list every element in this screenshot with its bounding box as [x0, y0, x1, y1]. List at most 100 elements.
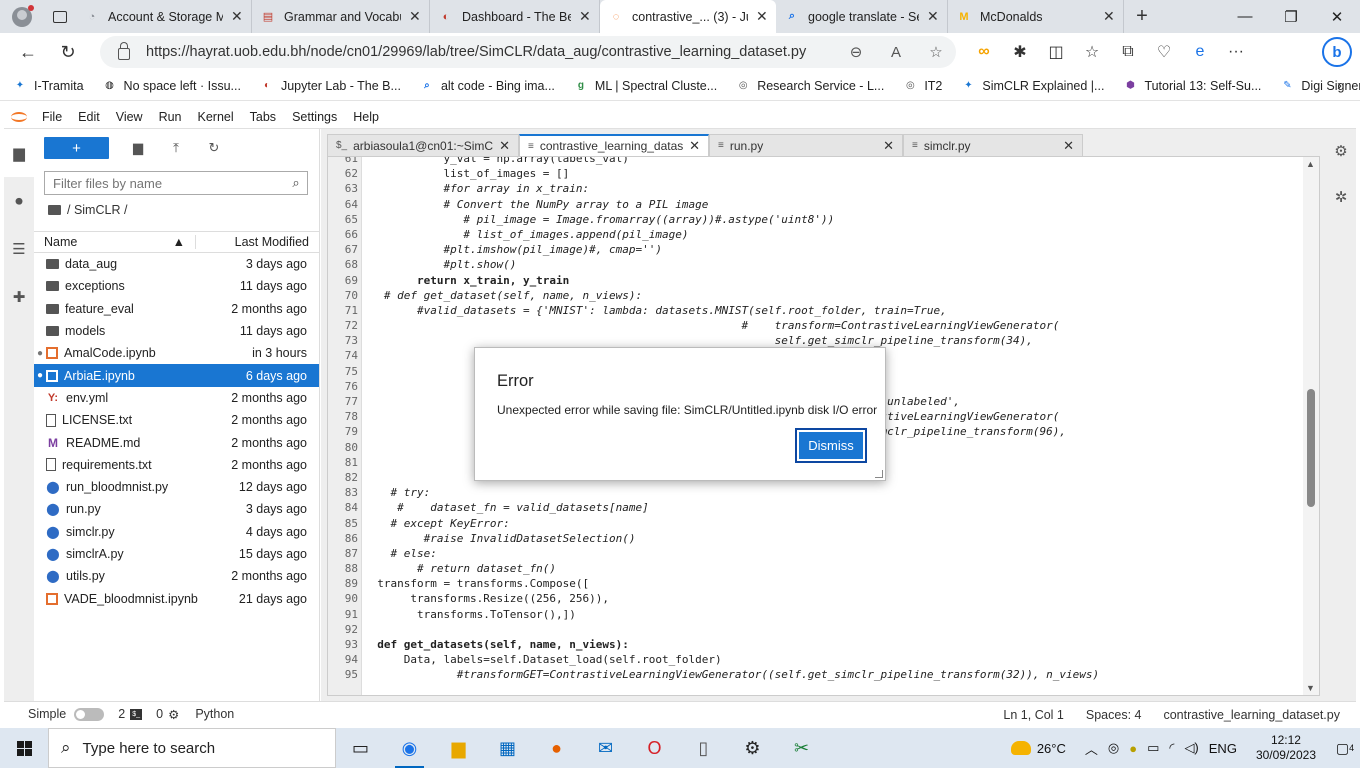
breadcrumb-path[interactable]: / SimCLR /	[67, 203, 127, 217]
cursor-position[interactable]: Ln 1, Col 1	[1003, 708, 1063, 722]
menu-kernel[interactable]: Kernel	[190, 110, 242, 124]
code-line[interactable]: 94 Data, labels=self.Dataset_load(self.r…	[328, 652, 1304, 667]
profile-avatar[interactable]	[0, 0, 44, 33]
code-line[interactable]: 89 transform = transforms.Compose([	[328, 576, 1304, 591]
file-row[interactable]: ⬤ simclr.py 4 days ago	[34, 521, 319, 543]
code-line[interactable]: 68 #plt.show()	[328, 257, 1304, 272]
new-folder-icon[interactable]: ▆	[119, 140, 157, 156]
microsoft-store-icon[interactable]: ▦	[483, 728, 532, 768]
close-tab-icon[interactable]: ✕	[409, 8, 421, 25]
file-row[interactable]: VADE_bloodmnist.ipynb 21 days ago	[34, 587, 319, 609]
file-row[interactable]: Y: env.yml 2 months ago	[34, 387, 319, 409]
code-line[interactable]: 93 def get_datasets(self, name, n_views)…	[328, 637, 1304, 652]
bookmark-item[interactable]: ◍ No space left · Issu...	[102, 78, 241, 94]
scroll-down-icon[interactable]: ▼	[1306, 683, 1315, 693]
close-window-button[interactable]: ✕	[1314, 0, 1360, 33]
mail-icon[interactable]: ✉	[581, 728, 630, 768]
bookmark-item[interactable]: ◐ Jupyter Lab - The B...	[259, 78, 401, 94]
document-tab[interactable]: ≡ run.py ✕	[709, 134, 903, 156]
minimize-button[interactable]: —	[1222, 0, 1268, 33]
favorites-icon[interactable]: ☆	[1074, 42, 1110, 62]
document-tab[interactable]: ≡ contrastive_learning_dataset. ✕	[519, 134, 709, 156]
zoom-icon[interactable]: ⊖	[836, 43, 876, 61]
menu-tabs[interactable]: Tabs	[242, 110, 284, 124]
show-hidden-icons[interactable]: ︿	[1085, 739, 1098, 758]
bookmark-item[interactable]: ✎ Digi Signer	[1279, 78, 1360, 94]
split-screen-icon[interactable]: ◫	[1038, 42, 1074, 62]
input-language[interactable]: ENG	[1209, 741, 1237, 756]
kernel-count[interactable]: 0 ⚙	[156, 707, 179, 722]
bookmark-item[interactable]: ◎ IT2	[902, 78, 942, 94]
meet-now-icon[interactable]: ◎	[1108, 740, 1119, 756]
file-row[interactable]: ● ArbiaE.ipynb 6 days ago	[34, 364, 319, 387]
file-row[interactable]: models 11 days ago	[34, 320, 319, 342]
upload-icon[interactable]: ⤒	[157, 140, 195, 156]
back-button[interactable]: ←	[8, 33, 48, 71]
dismiss-button[interactable]: Dismiss	[795, 428, 867, 463]
file-row[interactable]: ● AmalCode.ipynb in 3 hours	[34, 342, 319, 364]
close-tab-icon[interactable]: ✕	[756, 8, 768, 25]
indent-spaces[interactable]: Spaces: 4	[1086, 708, 1142, 722]
close-document-icon[interactable]: ✕	[499, 138, 510, 154]
running-sessions-icon[interactable]: ⏺	[4, 177, 34, 225]
file-row[interactable]: M README.md 2 months ago	[34, 431, 319, 453]
terminal-count[interactable]: 2 $_	[118, 707, 143, 721]
code-line[interactable]: 87 # else:	[328, 546, 1304, 561]
bookmark-item[interactable]: ◎ Research Service - L...	[735, 78, 885, 94]
code-line[interactable]: 65 # pil_image = Image.fromarray((array)…	[328, 212, 1304, 227]
file-row[interactable]: data_aug 3 days ago	[34, 253, 319, 275]
code-line[interactable]: 90 transforms.Resize((256, 256)),	[328, 591, 1304, 606]
browser-tab[interactable]: ◐ Dashboard - The Ben ✕	[430, 0, 600, 33]
simple-mode-toggle[interactable]	[74, 707, 105, 721]
code-line[interactable]: 67 #plt.imshow(pil_image)#, cmap='')	[328, 242, 1304, 257]
file-explorer-icon[interactable]: ▆	[434, 728, 483, 768]
extension-co-icon[interactable]: ∞	[966, 43, 1002, 61]
browser-tab[interactable]: M McDonalds ✕	[948, 0, 1124, 33]
editor-scrollbar[interactable]: ▲ ▼	[1303, 157, 1319, 695]
code-line[interactable]: 66 # list_of_images.append(pil_image)	[328, 227, 1304, 242]
code-line[interactable]: 64 # Convert the NumPy array to a PIL im…	[328, 197, 1304, 212]
new-tab-button[interactable]: +	[1124, 5, 1160, 28]
file-row[interactable]: exceptions 11 days ago	[34, 275, 319, 297]
bookmark-item[interactable]: ɡ ML | Spectral Cluste...	[573, 78, 717, 94]
new-launcher-button[interactable]: +	[44, 137, 109, 159]
firefox-icon[interactable]: ●	[532, 728, 581, 768]
browser-tab[interactable]: ▤ Grammar and Vocabu ✕	[252, 0, 430, 33]
file-row[interactable]: ⬤ run.py 3 days ago	[34, 498, 319, 520]
edge-bar-icon[interactable]: e	[1182, 43, 1218, 61]
browser-tab[interactable]: ◔ Account & Storage M ✕	[76, 0, 252, 33]
wifi-icon[interactable]: ◜	[1169, 740, 1174, 756]
filter-files-field[interactable]: ⌕	[44, 171, 308, 195]
code-line[interactable]: 83 # try:	[328, 485, 1304, 500]
close-tab-icon[interactable]: ✕	[927, 8, 939, 25]
code-line[interactable]: 69 return x_train, y_train	[328, 273, 1304, 288]
document-tab[interactable]: ≡ simclr.py ✕	[903, 134, 1083, 156]
code-line[interactable]: 92	[328, 622, 1304, 637]
resize-grip-icon[interactable]	[875, 470, 883, 478]
close-document-icon[interactable]: ✕	[689, 138, 700, 154]
settings-icon[interactable]: ⚙	[728, 728, 777, 768]
menu-edit[interactable]: Edit	[70, 110, 108, 124]
code-line[interactable]: 70 # def get_dataset(self, name, n_views…	[328, 288, 1304, 303]
url-text[interactable]: https://hayrat.uob.edu.bh/node/cn01/2996…	[146, 44, 836, 60]
property-inspector-icon[interactable]: ⚙	[1326, 129, 1356, 175]
menu-file[interactable]: File	[34, 110, 70, 124]
code-line[interactable]: 62 list_of_images = []	[328, 166, 1304, 181]
bookmark-item[interactable]: ✦ SimCLR Explained |...	[960, 78, 1104, 94]
file-row[interactable]: ⬤ run_bloodmnist.py 12 days ago	[34, 476, 319, 498]
code-line[interactable]: 86 #raise InvalidDatasetSelection()	[328, 531, 1304, 546]
close-document-icon[interactable]: ✕	[883, 138, 894, 154]
language-label[interactable]: Python	[195, 707, 234, 721]
folder-icon[interactable]	[48, 205, 61, 215]
file-row[interactable]: ⬤ simclrA.py 15 days ago	[34, 543, 319, 565]
notification-center-icon[interactable]: ▢ 4	[1330, 728, 1360, 768]
extensions-icon[interactable]: ✱	[1002, 42, 1038, 62]
scroll-thumb[interactable]	[1307, 389, 1315, 507]
weather-widget[interactable]: 26°C	[1010, 741, 1066, 756]
code-line[interactable]: 88 # return dataset_fn()	[328, 561, 1304, 576]
refresh-files-icon[interactable]: ↻	[195, 140, 233, 156]
tab-actions-icon[interactable]	[44, 0, 76, 33]
omnibox[interactable]: https://hayrat.uob.edu.bh/node/cn01/2996…	[100, 36, 956, 68]
browser-tab[interactable]: ⌕ google translate - Se ✕	[776, 0, 948, 33]
bookmark-item[interactable]: ⌕ alt code - Bing ima...	[419, 78, 555, 94]
